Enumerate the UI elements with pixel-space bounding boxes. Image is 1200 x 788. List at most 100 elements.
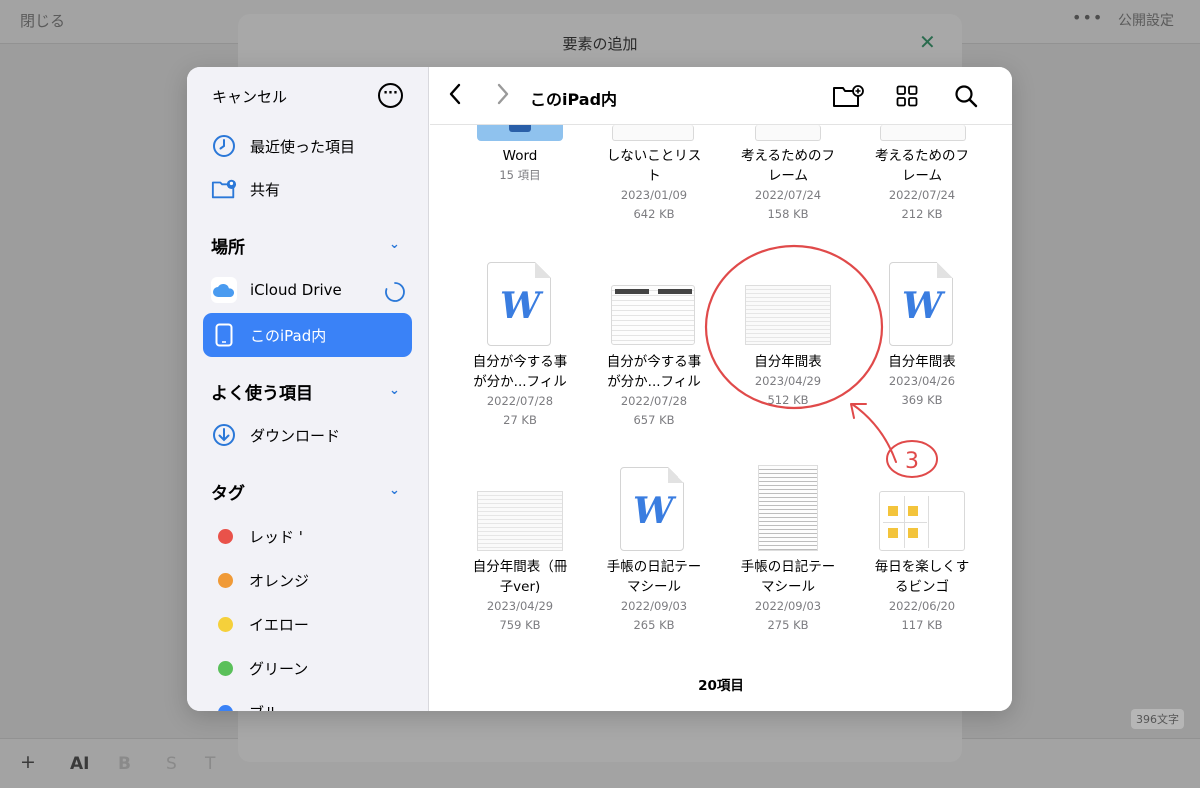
sidebar: キャンセル ··· 最近使った項目 共有 場所 ⌄ iCloud Drive こ… (187, 67, 429, 711)
document-thumbnail (745, 285, 831, 345)
file-size: 158 KB (767, 207, 809, 221)
bingo-thumbnail (879, 491, 965, 551)
more-options-button[interactable]: ••• (1072, 8, 1103, 27)
document-thumbnail (611, 285, 695, 345)
file-name: 自分が今する事 (472, 354, 568, 370)
icloud-icon (211, 277, 237, 303)
file-name: 手帳の日記テー (740, 559, 836, 575)
tag-color-dot (218, 528, 233, 544)
back-icon[interactable] (448, 83, 462, 111)
sidebar-item-label: 最近使った項目 (250, 137, 356, 156)
item-count: 20項目 (698, 678, 744, 694)
file-date: 2022/07/28 (620, 394, 688, 408)
more-icon[interactable]: ··· (378, 83, 403, 108)
chevron-down-icon[interactable]: ⌄ (389, 383, 400, 398)
file-size: 642 KB (633, 207, 675, 221)
add-button[interactable]: + (20, 751, 36, 773)
file-name: マシール (627, 579, 681, 595)
file-size: 369 KB (901, 393, 943, 407)
grid-view-icon[interactable] (896, 85, 918, 111)
sidebar-item-label: イエロー (249, 615, 309, 634)
file-item[interactable]: 自分年間表（冊 子ver) 2023/04/29 759 KB (453, 557, 587, 635)
file-name: 自分年間表 (754, 354, 822, 370)
document-thumbnail (612, 125, 694, 141)
file-name: 考えるためのフ (740, 148, 836, 164)
file-name: るビンゴ (895, 579, 949, 595)
sidebar-item-label: ブル (249, 702, 279, 712)
file-date: 2022/07/24 (888, 188, 956, 202)
strike-button[interactable]: S (166, 754, 177, 774)
bold-button[interactable]: B (118, 754, 131, 774)
file-item[interactable]: 自分年間表 2023/04/26 369 KB (855, 352, 989, 410)
sidebar-item-tag-blue[interactable]: ブル (211, 697, 279, 711)
file-item[interactable]: 自分が今する事 が分か...フィル 2022/07/28 27 KB (453, 352, 587, 430)
word-document-icon: W (889, 262, 953, 346)
sidebar-item-tag-yellow[interactable]: イエロー (211, 609, 309, 639)
locations-header: 場所 (211, 238, 245, 258)
sidebar-item-label: ダウンロード (250, 426, 341, 445)
file-item[interactable]: 毎日を楽しくす るビンゴ 2022/06/20 117 KB (855, 557, 989, 635)
sidebar-item-icloud[interactable]: iCloud Drive (211, 275, 342, 305)
sidebar-item-label: オレンジ (249, 571, 310, 590)
sidebar-item-tag-green[interactable]: グリーン (211, 653, 308, 683)
file-date: 2023/04/29 (486, 599, 554, 613)
file-item-count: 15 項目 (499, 168, 541, 182)
sidebar-item-shared[interactable]: 共有 (211, 174, 280, 204)
file-size: 27 KB (503, 413, 537, 427)
location-title: このiPad内 (530, 90, 618, 109)
file-picker: キャンセル ··· 最近使った項目 共有 場所 ⌄ iCloud Drive こ… (187, 67, 1012, 711)
search-icon[interactable] (954, 84, 978, 112)
download-icon (211, 422, 237, 448)
favorites-header: よく使う項目 (211, 384, 313, 404)
text-style-button[interactable]: T (205, 754, 215, 774)
file-name: レーム (901, 168, 943, 184)
file-item[interactable]: 手帳の日記テー マシール 2022/09/03 275 KB (721, 557, 855, 635)
file-date: 2022/09/03 (754, 599, 822, 613)
sidebar-item-downloads[interactable]: ダウンロード (211, 420, 340, 450)
file-item[interactable]: 考えるためのフ レーム 2022/07/24 158 KB (721, 146, 855, 224)
file-name: しないことリス (606, 148, 702, 164)
sidebar-item-tag-red[interactable]: レッド ' (211, 521, 303, 551)
public-settings-button[interactable]: 公開設定 (1118, 10, 1174, 30)
file-size: 212 KB (901, 207, 943, 221)
tag-color-dot (218, 704, 233, 711)
file-date: 2022/06/20 (888, 599, 956, 613)
file-name: 自分年間表（冊 (472, 559, 568, 575)
cancel-button[interactable]: キャンセル (212, 86, 287, 107)
file-name: が分か...フィル (607, 374, 701, 390)
close-editor-button[interactable]: 閉じる (20, 10, 65, 31)
word-document-icon: W (620, 467, 684, 551)
file-item[interactable]: 手帳の日記テー マシール 2022/09/03 265 KB (587, 557, 721, 635)
sidebar-item-tag-orange[interactable]: オレンジ (211, 565, 309, 595)
sidebar-item-ipad[interactable]: このiPad内 (211, 320, 326, 350)
clock-icon (211, 133, 237, 159)
document-thumbnail (755, 125, 821, 141)
sidebar-item-recent[interactable]: 最近使った項目 (211, 131, 355, 161)
file-name: 毎日を楽しくす (874, 559, 970, 575)
sheet-title: 要素の追加 (562, 35, 638, 53)
file-date: 2023/01/09 (620, 188, 688, 202)
sheet-close-icon[interactable]: ✕ (919, 30, 936, 54)
file-item-highlighted[interactable]: 自分年間表 2023/04/29 512 KB (721, 352, 855, 410)
chevron-down-icon[interactable]: ⌄ (389, 483, 400, 498)
ai-button[interactable]: AI (70, 754, 89, 774)
file-size: 657 KB (633, 413, 675, 427)
sidebar-item-label: iCloud Drive (250, 281, 342, 299)
file-name: 手帳の日記テー (606, 559, 702, 575)
file-name: レーム (767, 168, 809, 184)
tag-color-dot (218, 616, 233, 632)
chevron-down-icon[interactable]: ⌄ (389, 237, 400, 252)
file-item[interactable]: しないことリス ト 2023/01/09 642 KB (587, 146, 721, 224)
file-date: 2022/09/03 (620, 599, 688, 613)
file-name: ト (647, 168, 661, 184)
file-item[interactable]: 自分が今する事 が分か...フィル 2022/07/28 657 KB (587, 352, 721, 430)
file-item[interactable]: Word 15 項目 (453, 146, 587, 185)
forward-icon[interactable] (496, 83, 510, 111)
file-size: 759 KB (499, 618, 541, 632)
file-name: 自分年間表 (888, 354, 956, 370)
file-item[interactable]: 考えるためのフ レーム 2022/07/24 212 KB (855, 146, 989, 224)
new-folder-icon[interactable] (832, 84, 864, 112)
file-date: 2022/07/28 (486, 394, 554, 408)
tag-color-dot (218, 572, 233, 588)
file-name: 子ver) (499, 579, 541, 595)
